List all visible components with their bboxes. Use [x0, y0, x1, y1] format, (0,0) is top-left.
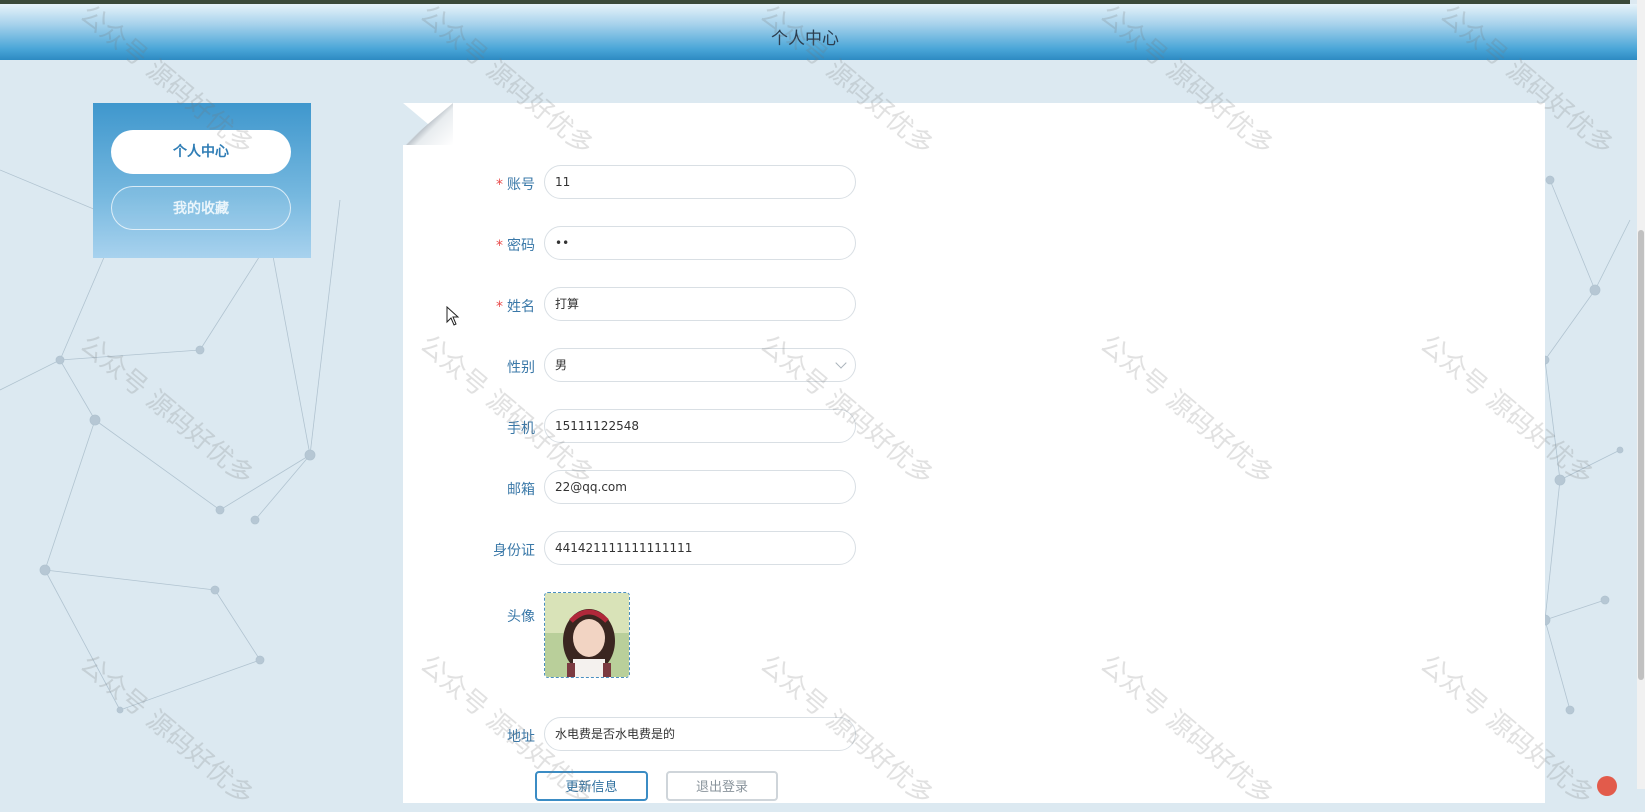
page-scrollbar[interactable] [1637, 0, 1645, 789]
update-info-button[interactable]: 更新信息 [535, 771, 648, 801]
email-label: 邮箱 [507, 482, 535, 498]
required-mark: * [496, 238, 503, 254]
password-input[interactable]: •• [544, 226, 856, 260]
logout-button[interactable]: 退出登录 [666, 771, 778, 801]
page-header: 个人中心 [0, 4, 1637, 60]
name-input[interactable]: 打算 [544, 287, 856, 321]
idcard-input[interactable]: 441421111111111111 [544, 531, 856, 565]
profile-form-card [403, 103, 1545, 803]
form-row-account: * 账号 11 [403, 165, 1003, 201]
phone-input[interactable]: 15111122548 [544, 409, 856, 443]
avatar-upload[interactable] [544, 592, 630, 678]
name-label: 姓名 [507, 299, 535, 315]
account-input[interactable]: 11 [544, 165, 856, 199]
idcard-label: 身份证 [493, 543, 535, 559]
scrollbar-thumb[interactable] [1638, 230, 1644, 680]
avatar-image [545, 593, 629, 677]
sidebar: 个人中心 我的收藏 [93, 103, 311, 258]
floating-corner-badge[interactable] [1597, 776, 1617, 796]
avatar-label: 头像 [507, 609, 535, 625]
form-row-password: * 密码 •• [403, 226, 1003, 262]
chevron-down-icon [835, 357, 847, 369]
account-label: 账号 [507, 177, 535, 193]
form-row-idcard: 身份证 441421111111111111 [403, 531, 1003, 567]
sidebar-item-profile[interactable]: 个人中心 [111, 130, 291, 174]
required-mark: * [496, 299, 503, 315]
page-title: 个人中心 [771, 29, 839, 49]
email-input[interactable]: 22@qq.com [544, 470, 856, 504]
address-label: 地址 [507, 729, 535, 745]
phone-label: 手机 [507, 421, 535, 437]
mouse-cursor-icon [446, 306, 460, 326]
gender-select[interactable]: 男 [544, 348, 856, 382]
gender-label: 性别 [507, 360, 535, 376]
required-mark: * [496, 177, 503, 193]
sidebar-item-favorites[interactable]: 我的收藏 [111, 186, 291, 230]
address-input[interactable]: 水电费是否水电费是的 [544, 717, 856, 751]
form-row-phone: 手机 15111122548 [403, 409, 1003, 445]
gender-selected-value: 男 [555, 358, 568, 372]
form-row-address: 地址 水电费是否水电费是的 [403, 717, 1003, 753]
form-row-name: * 姓名 打算 [403, 287, 1003, 323]
password-label: 密码 [507, 238, 535, 254]
form-row-avatar-label: 头像 [403, 597, 1003, 633]
form-row-gender: 性别 男 [403, 348, 1003, 384]
form-row-email: 邮箱 22@qq.com [403, 470, 1003, 506]
